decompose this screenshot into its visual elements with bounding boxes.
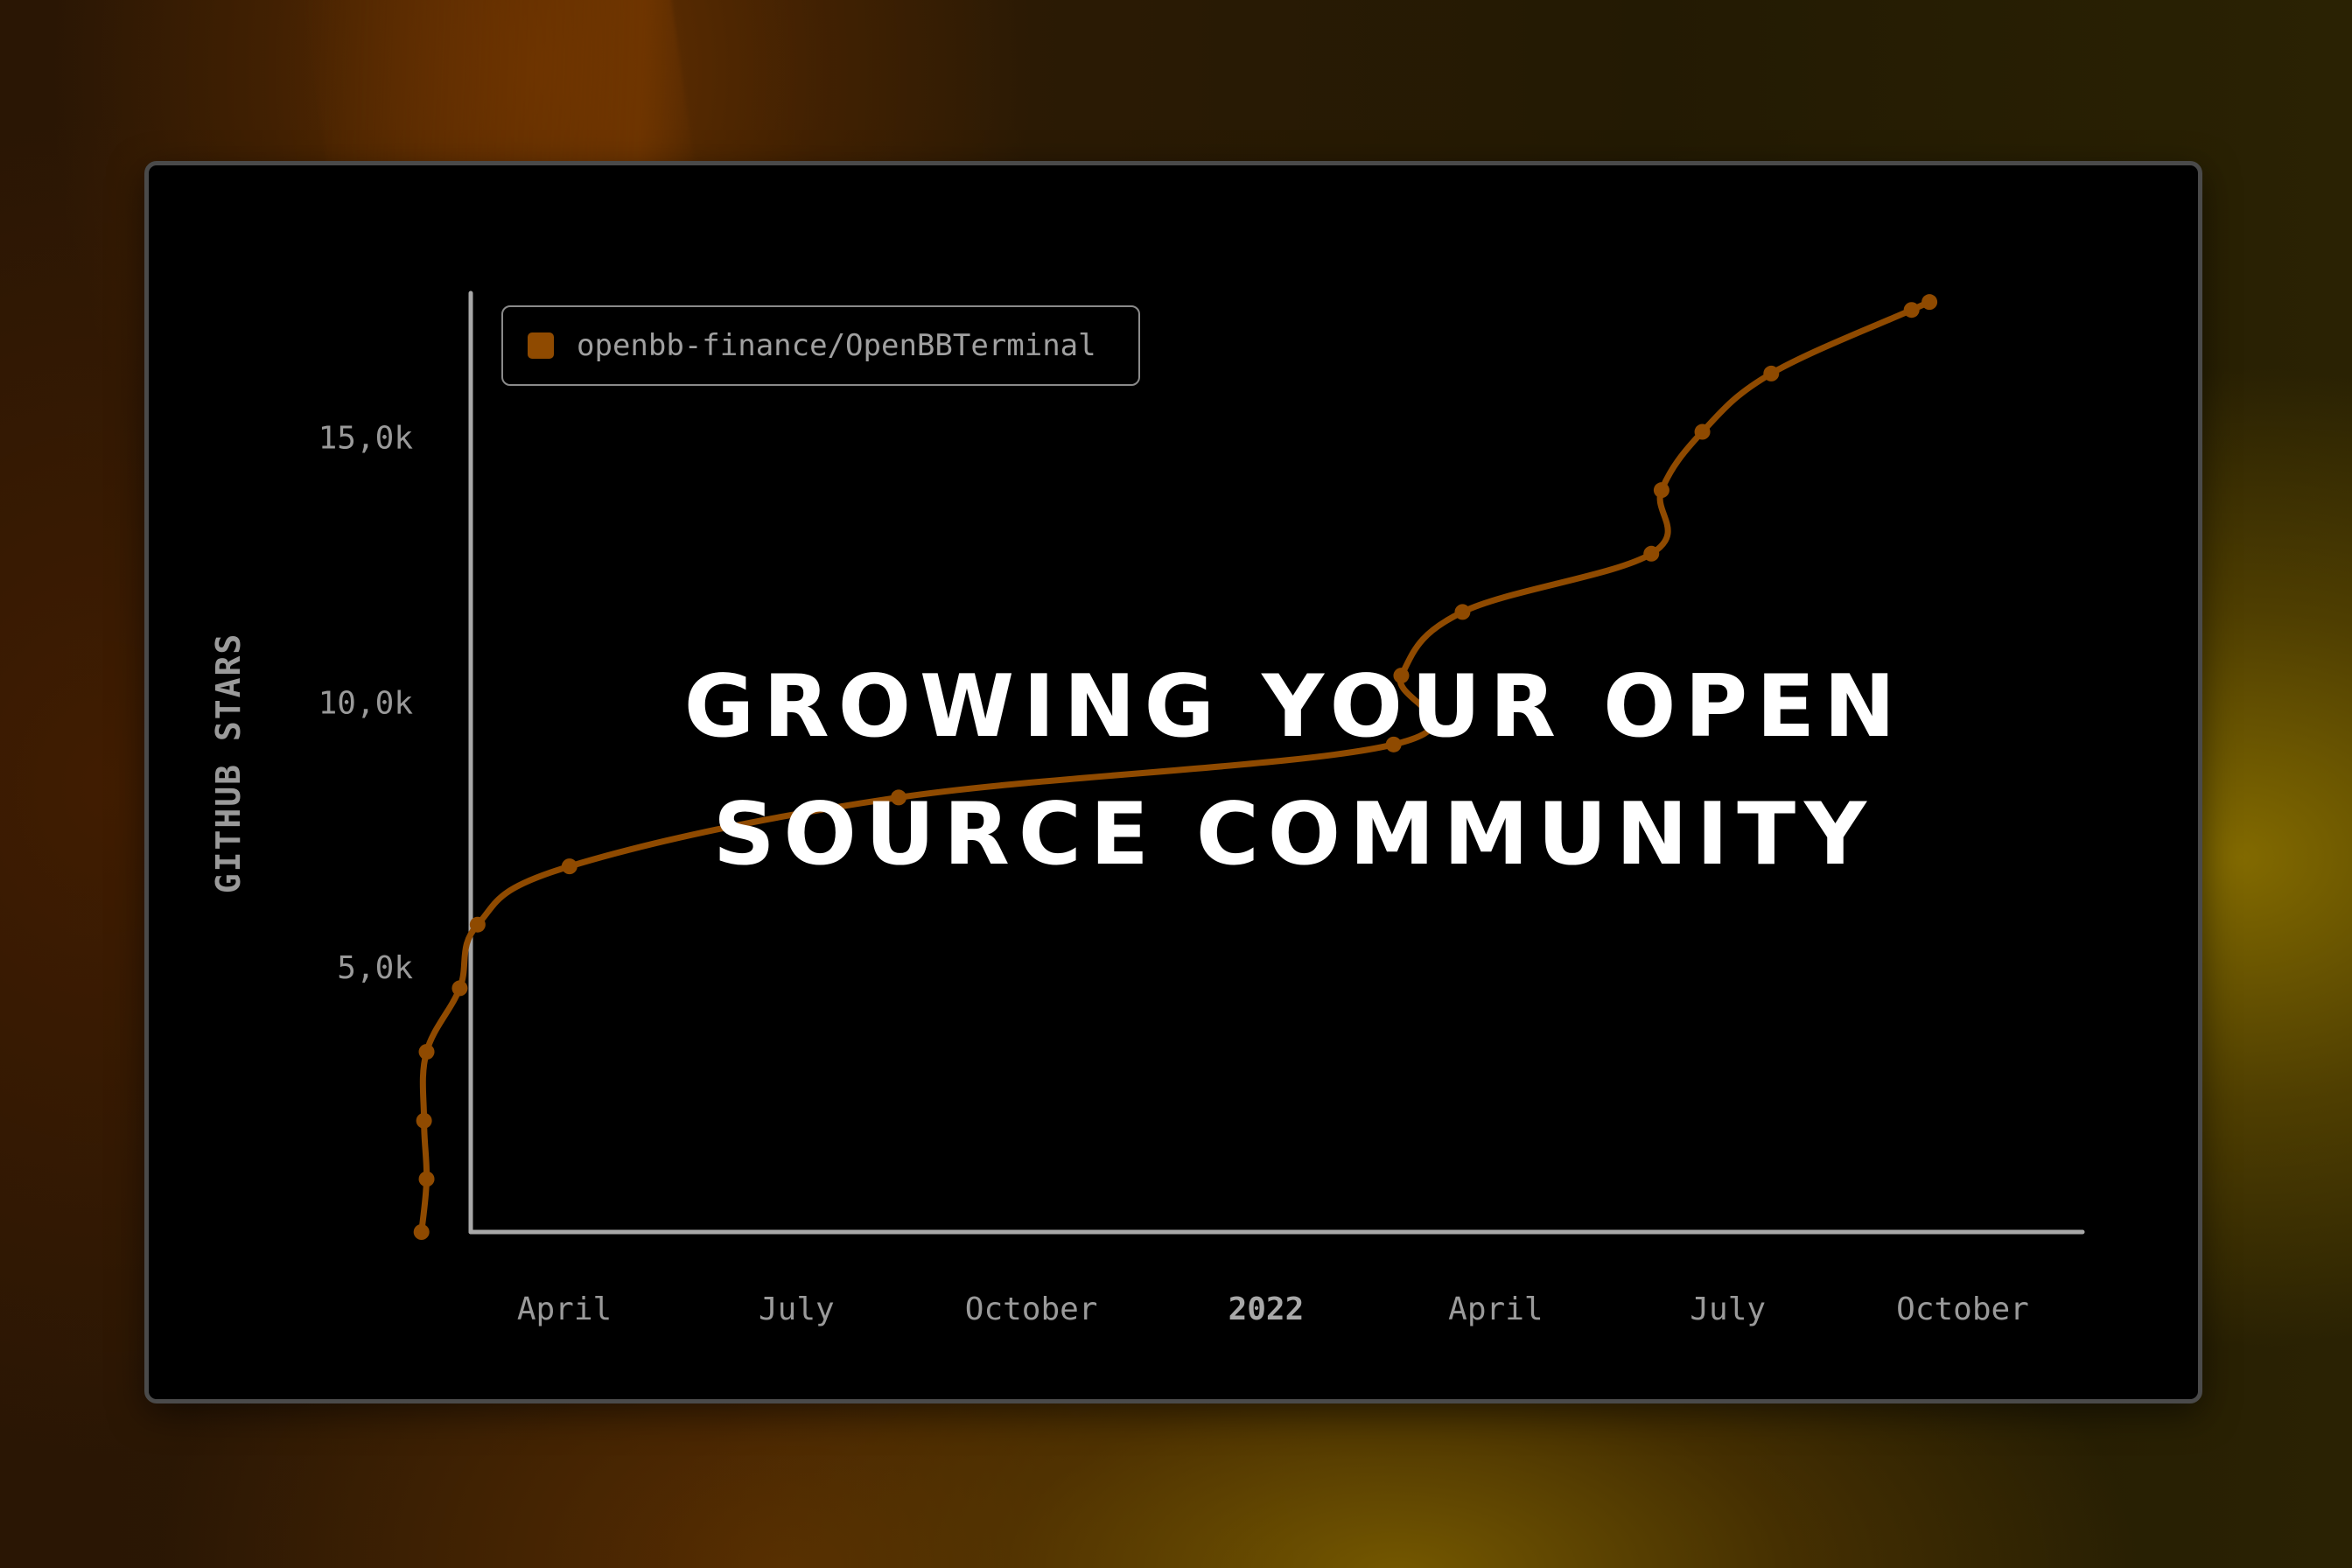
data-point[interactable] [1454,604,1471,620]
data-point[interactable] [416,1112,432,1129]
legend-swatch [528,332,554,359]
data-point[interactable] [452,980,468,997]
data-point[interactable] [1922,294,1938,311]
data-point[interactable] [1763,365,1780,382]
x-tick-label: April [1448,1292,1543,1327]
x-tick-label: October [1896,1292,2029,1327]
data-point[interactable] [1643,545,1660,562]
data-point[interactable] [413,1224,430,1240]
x-tick-label: October [965,1292,1098,1327]
headline: GROWING YOUR OPEN SOURCE COMMUNITY [0,643,2352,899]
x-tick-labels: April July October 2022 April July October [517,1292,2029,1327]
data-point[interactable] [418,1171,435,1187]
data-point[interactable] [418,1044,435,1060]
headline-line-1: GROWING YOUR OPEN [683,657,1905,757]
data-point[interactable] [1694,424,1711,440]
x-tick-label: July [759,1292,835,1327]
data-point[interactable] [1903,302,1920,318]
headline-line-2: SOURCE COMMUNITY [712,785,1876,885]
data-point[interactable] [469,916,486,933]
data-point[interactable] [1653,482,1670,499]
y-tick-label: 15,0k [318,421,414,457]
x-tick-label: July [1690,1292,1766,1327]
x-tick-label: April [517,1292,612,1327]
y-tick-label: 5,0k [337,950,413,986]
legend-label: openbb-finance/OpenBBTerminal [577,328,1096,363]
x-tick-label: 2022 [1228,1292,1305,1327]
chart-legend[interactable]: openbb-finance/OpenBBTerminal [501,305,1140,386]
